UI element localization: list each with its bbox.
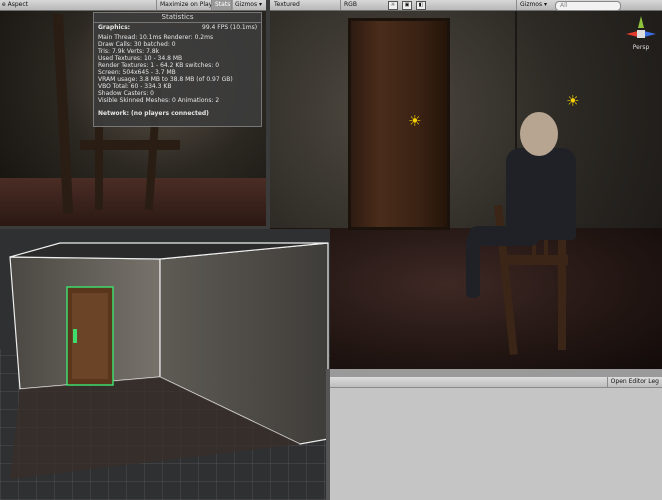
gizmos-dropdown[interactable]: Gizmos ▾ — [231, 0, 265, 10]
person-head — [520, 112, 558, 156]
editor-toolbar: Open Editor Leg — [330, 377, 662, 388]
audio-icon[interactable]: ☼ — [388, 1, 398, 10]
easel-bar — [80, 140, 180, 150]
editor-panel-body — [330, 388, 662, 500]
toggle-icon[interactable]: ◧ — [416, 1, 426, 10]
door-handle-selection[interactable] — [73, 329, 77, 343]
scene-search-input[interactable]: All — [555, 1, 621, 11]
stats-graphics-label: Graphics: — [98, 24, 131, 31]
statistics-overlay: Statistics Graphics: 99.4 FPS (10.1ms) M… — [93, 12, 262, 127]
panel-header — [330, 369, 662, 377]
door-panel — [72, 293, 108, 379]
render-mode-dropdown[interactable]: Textured — [274, 0, 300, 10]
persp-label: Persp — [632, 44, 650, 51]
open-editor-log-button[interactable]: Open Editor Leg — [606, 377, 662, 387]
sun-light-icon[interactable]: ☀ — [566, 92, 579, 110]
sun-light-icon[interactable]: ☀ — [408, 112, 421, 130]
stats-network: Network: (no players connected) — [98, 110, 209, 117]
room-wireframe — [0, 229, 330, 500]
person-shin — [466, 236, 480, 298]
image-icon[interactable]: ▣ — [402, 1, 412, 10]
scene-door — [348, 18, 450, 230]
maximize-on-play-button[interactable]: Maximize on Play — [156, 0, 215, 10]
scene-gizmo-icon[interactable]: Persp — [626, 14, 656, 54]
editor-panel: Open Editor Leg — [330, 369, 662, 500]
perspective-scene-view[interactable] — [0, 229, 330, 500]
stats-fps: 99.4 FPS (10.1ms) — [202, 24, 258, 31]
game-toolbar: e Aspect Maximize on Play Stats Gizmos ▾ — [0, 0, 266, 11]
color-mode-dropdown[interactable]: RGB — [340, 0, 360, 10]
chair-seat — [506, 255, 568, 265]
gizmo-center[interactable] — [637, 30, 645, 38]
stats-line: Visible Skinned Meshes: 0 Animations: 2 — [98, 97, 220, 104]
gizmo-x-axis[interactable] — [626, 31, 638, 37]
stats-title: Statistics — [94, 13, 261, 23]
scene-toolbar: Textured RGB ☼ ▣ ◧ Gizmos ▾ All — [270, 0, 662, 11]
gizmo-z-axis[interactable] — [644, 31, 656, 37]
aspect-dropdown[interactable]: e Aspect — [2, 0, 28, 10]
scene-gizmos-dropdown[interactable]: Gizmos ▾ — [516, 0, 550, 10]
stats-button[interactable]: Stats — [211, 0, 234, 10]
game-floor — [0, 178, 266, 229]
gizmo-y-axis[interactable] — [638, 16, 644, 28]
game-view[interactable]: e Aspect Maximize on Play Stats Gizmos ▾… — [0, 0, 266, 229]
